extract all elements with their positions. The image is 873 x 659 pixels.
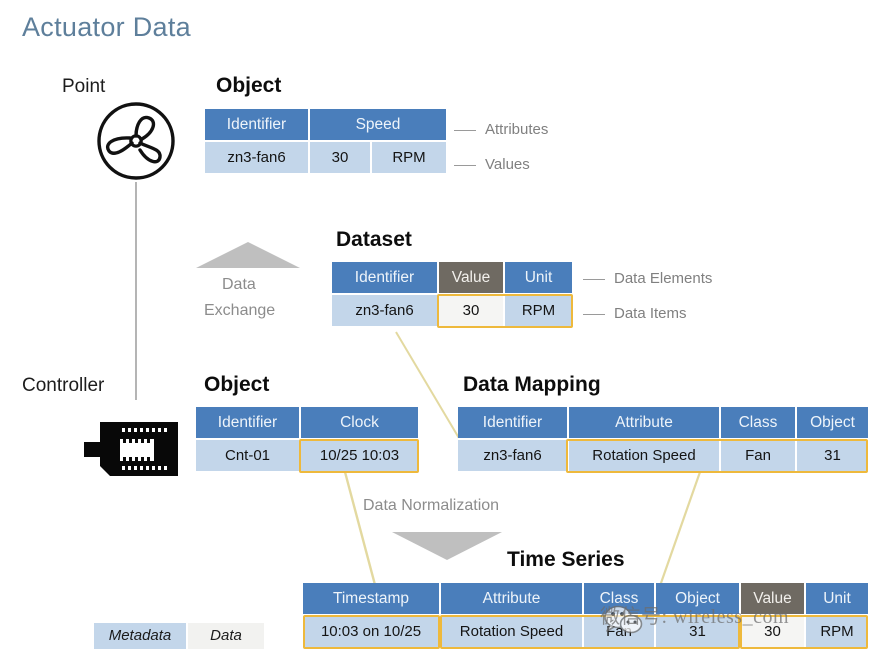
callout-data-items-label: Data Items	[614, 305, 687, 322]
table-header-row: Identifier Value Unit	[332, 262, 572, 295]
cell-class: Fan	[720, 439, 797, 471]
cell-speed-unit: RPM	[371, 141, 447, 173]
cell-unit: RPM	[504, 294, 572, 326]
fan-icon	[96, 101, 176, 186]
data-mapping-table: Identifier Attribute Class Object zn3-fa…	[458, 407, 868, 471]
col-value: Value	[438, 262, 505, 295]
cell-attribute: Rotation Speed	[568, 439, 721, 471]
cell-clock: 10/25 10:03	[300, 439, 418, 471]
legend-metadata: Metadata	[94, 623, 186, 649]
callout-dash	[583, 278, 605, 280]
callout-attributes: Attributes	[454, 121, 548, 138]
cell-attribute: Rotation Speed	[440, 615, 584, 647]
cell-identifier: zn3-fan6	[458, 439, 569, 471]
object-bottom-table: Identifier Clock Cnt-01 10/25 10:03	[196, 407, 418, 471]
controller-label: Controller	[22, 375, 105, 396]
callout-attributes-label: Attributes	[485, 121, 549, 138]
cell-object: 31	[796, 439, 868, 471]
col-speed: Speed	[309, 109, 447, 142]
col-identifier: Identifier	[332, 262, 439, 295]
data-exchange-label-line2: Exchange	[204, 302, 276, 319]
col-identifier: Identifier	[196, 407, 301, 440]
object-bottom-title: Object	[204, 373, 270, 396]
object-top-table: Identifier Speed zn3-fan6 30 RPM	[205, 109, 447, 173]
table-row: Cnt-01 10/25 10:03	[196, 439, 418, 471]
cell-identifier: zn3-fan6	[332, 294, 439, 326]
data-normalization-label: Data Normalization	[363, 497, 500, 514]
table-row: zn3-fan6 30 RPM	[332, 294, 572, 326]
callout-dash	[583, 313, 605, 315]
table-header-row: Identifier Attribute Class Object	[458, 407, 868, 440]
cell-timestamp: 10:03 on 10/25	[303, 615, 441, 647]
time-series-title: Time Series	[507, 548, 625, 571]
col-unit: Unit	[504, 262, 572, 295]
callout-dash	[454, 129, 476, 131]
callout-values: Values	[454, 156, 530, 173]
page-title: Actuator Data	[22, 12, 191, 42]
col-attribute: Attribute	[440, 583, 584, 616]
table-header-row: Identifier Clock	[196, 407, 418, 440]
callout-data-elements-label: Data Elements	[614, 270, 713, 287]
legend-data: Data	[188, 623, 264, 649]
cell-speed-value: 30	[309, 141, 372, 173]
callout-data-elements: Data Elements	[583, 270, 712, 287]
col-attribute: Attribute	[568, 407, 721, 440]
controller-chip-icon	[82, 418, 182, 485]
col-class: Class	[720, 407, 797, 440]
point-label: Point	[62, 76, 106, 97]
cell-unit: RPM	[805, 615, 868, 647]
data-normalization-arrow-icon	[392, 530, 502, 567]
col-timestamp: Timestamp	[303, 583, 441, 616]
col-object: Object	[796, 407, 868, 440]
cell-value: 30	[438, 294, 505, 326]
callout-dash	[454, 164, 476, 166]
data-exchange-arrow-icon	[196, 240, 300, 275]
watermark-text: 微信号: wireless_com	[600, 606, 790, 628]
cell-identifier: Cnt-01	[196, 439, 301, 471]
col-unit: Unit	[805, 583, 868, 616]
data-exchange-label-line1: Data	[222, 276, 256, 293]
dataset-title: Dataset	[336, 228, 412, 251]
cell-identifier: zn3-fan6	[205, 141, 310, 173]
col-identifier: Identifier	[458, 407, 569, 440]
table-row: zn3-fan6 30 RPM	[205, 141, 447, 173]
col-identifier: Identifier	[205, 109, 310, 142]
callout-values-label: Values	[485, 156, 530, 173]
dataset-table: Identifier Value Unit zn3-fan6 30 RPM	[332, 262, 572, 326]
diagram-canvas: Actuator Data Point Object Identifier Sp…	[0, 0, 873, 659]
table-header-row: Identifier Speed	[205, 109, 447, 142]
data-mapping-title: Data Mapping	[463, 373, 601, 396]
col-clock: Clock	[300, 407, 418, 440]
callout-data-items: Data Items	[583, 305, 687, 322]
table-row: zn3-fan6 Rotation Speed Fan 31	[458, 439, 868, 471]
object-top-title: Object	[216, 74, 282, 97]
